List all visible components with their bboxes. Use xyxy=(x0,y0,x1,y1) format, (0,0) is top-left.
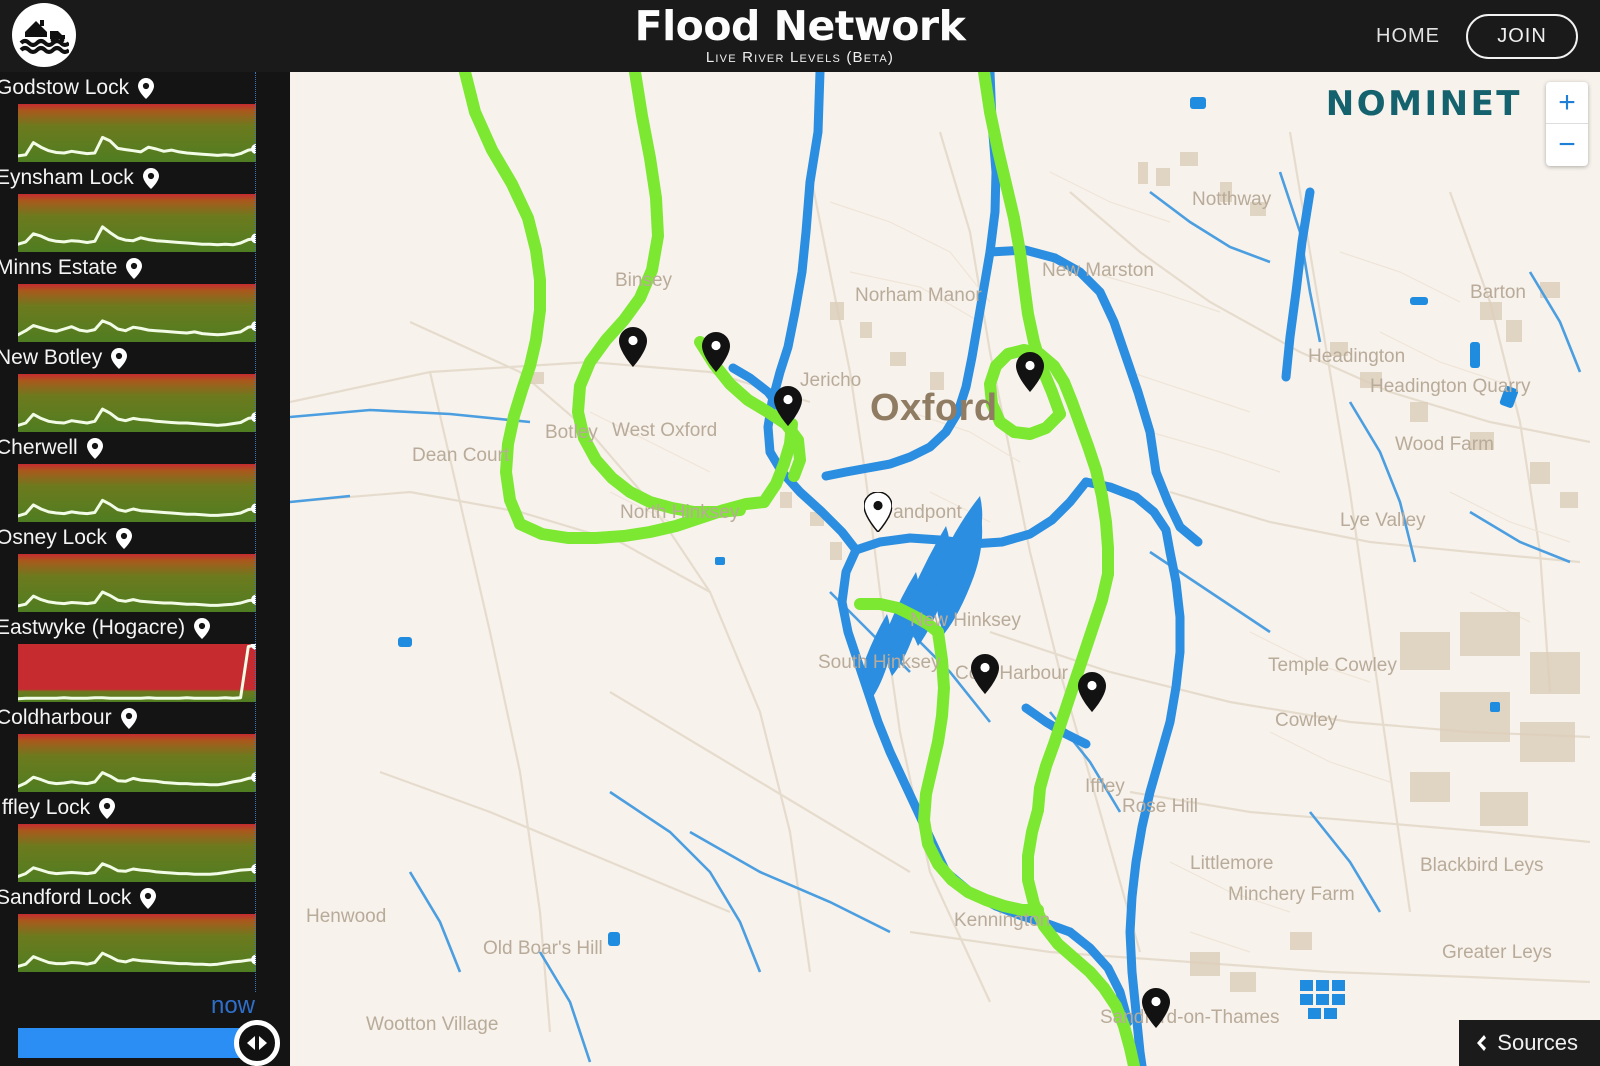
station-row[interactable]: Godstow Lock xyxy=(0,72,290,162)
now-label: now xyxy=(210,992,255,1019)
station-row[interactable]: Minns Estate xyxy=(0,252,290,342)
timeline-control[interactable]: now xyxy=(0,970,290,1066)
map-zoom-controls[interactable]: + − xyxy=(1546,82,1588,166)
station-row[interactable]: Eynsham Lock xyxy=(0,162,290,252)
map-pin-icon xyxy=(126,257,143,279)
map-pin-icon[interactable] xyxy=(120,707,137,729)
station-sparkline[interactable] xyxy=(18,824,256,882)
station-header[interactable]: Coldharbour xyxy=(0,702,290,734)
station-name: Cherwell xyxy=(0,436,78,459)
station-header[interactable]: Cherwell xyxy=(0,432,290,464)
map-pin-icon xyxy=(120,707,137,729)
time-slider-track[interactable] xyxy=(18,1028,256,1058)
station-sparkline[interactable] xyxy=(18,194,256,252)
map-pin-icon xyxy=(115,527,132,549)
chevron-left-icon xyxy=(1477,1035,1487,1051)
map-pin-icon[interactable] xyxy=(142,167,159,189)
station-row[interactable]: Sandford Lock xyxy=(0,882,290,972)
station-sparkline[interactable] xyxy=(18,734,256,792)
map-marker-icon[interactable] xyxy=(619,327,647,372)
zoom-out-button[interactable]: − xyxy=(1546,124,1588,166)
station-header[interactable]: Eynsham Lock xyxy=(0,162,290,194)
station-name: Sandford Lock xyxy=(0,886,132,909)
station-name: Coldharbour xyxy=(0,706,112,729)
station-header[interactable]: Godstow Lock xyxy=(0,72,290,104)
left-right-arrows-icon xyxy=(247,1036,267,1050)
station-sidebar[interactable]: Godstow Lock Eynsham Lock Minns Estate New … xyxy=(0,72,290,1066)
page-subtitle: Live River Levels (Beta) xyxy=(705,49,895,66)
nav-home-link[interactable]: HOME xyxy=(1376,25,1440,48)
station-list: Godstow Lock Eynsham Lock Minns Estate New … xyxy=(0,72,290,972)
station-header[interactable]: Osney Lock xyxy=(0,522,290,554)
station-name: Iffley Lock xyxy=(0,796,91,819)
header-nav: HOME JOIN xyxy=(1376,0,1578,72)
station-sparkline[interactable] xyxy=(18,374,256,432)
nominet-logo: NOMINET xyxy=(1325,84,1522,124)
station-name: Minns Estate xyxy=(0,256,118,279)
map-marker-icon[interactable] xyxy=(774,386,802,431)
station-header[interactable]: Sandford Lock xyxy=(0,882,290,914)
map-marker-icon[interactable] xyxy=(971,654,999,699)
station-sparkline[interactable] xyxy=(18,554,256,612)
station-sparkline[interactable] xyxy=(18,644,256,702)
page-title: Flood Network xyxy=(634,2,966,50)
map-pin-icon xyxy=(111,347,128,369)
map-pin-icon[interactable] xyxy=(140,887,157,909)
map-pin-icon xyxy=(138,77,155,99)
time-slider-handle[interactable] xyxy=(234,1020,280,1066)
station-name: Eynsham Lock xyxy=(0,166,134,189)
station-sparkline[interactable] xyxy=(18,284,256,342)
map-pin-icon xyxy=(140,887,157,909)
map-vector-layer xyxy=(290,72,1600,1066)
map-pin-icon xyxy=(86,437,103,459)
station-header[interactable]: Minns Estate xyxy=(0,252,290,284)
station-header[interactable]: Eastwyke (Hogacre) xyxy=(0,612,290,644)
map-marker-icon[interactable] xyxy=(1078,672,1106,717)
map-pin-icon[interactable] xyxy=(111,347,128,369)
map-pin-icon[interactable] xyxy=(138,77,155,99)
sources-button[interactable]: Sources xyxy=(1459,1020,1600,1066)
station-sparkline[interactable] xyxy=(18,914,256,972)
map-pin-icon[interactable] xyxy=(99,797,116,819)
map-pin-icon xyxy=(99,797,116,819)
station-header[interactable]: Iffley Lock xyxy=(0,792,290,824)
map-pin-icon[interactable] xyxy=(115,527,132,549)
map-marker-icon[interactable] xyxy=(1142,988,1170,1033)
station-name: Godstow Lock xyxy=(0,76,130,99)
station-row[interactable]: New Botley xyxy=(0,342,290,432)
map-pin-icon[interactable] xyxy=(194,617,211,639)
station-row[interactable]: Iffley Lock xyxy=(0,792,290,882)
title-block: Flood Network Live River Levels (Beta) xyxy=(0,0,1600,66)
station-row[interactable]: Coldharbour xyxy=(0,702,290,792)
map-marker-icon[interactable] xyxy=(863,491,893,537)
station-row[interactable]: Osney Lock xyxy=(0,522,290,612)
station-sparkline[interactable] xyxy=(18,464,256,522)
now-indicator-line xyxy=(255,72,256,992)
map-pin-icon[interactable] xyxy=(126,257,143,279)
map-canvas[interactable]: NOMINET + − Oxford Binsey Norham Manor New … xyxy=(290,72,1600,1066)
station-row[interactable]: Cherwell xyxy=(0,432,290,522)
map-pin-icon xyxy=(194,617,211,639)
station-name: Osney Lock xyxy=(0,526,107,549)
station-row[interactable]: Eastwyke (Hogacre) xyxy=(0,612,290,702)
station-name: New Botley xyxy=(0,346,103,369)
sources-label: Sources xyxy=(1497,1030,1578,1055)
map-marker-icon[interactable] xyxy=(1016,352,1044,397)
map-marker-icon[interactable] xyxy=(702,332,730,377)
flooded-house-icon[interactable] xyxy=(12,3,76,67)
map-pin-icon[interactable] xyxy=(86,437,103,459)
map-pin-icon xyxy=(142,167,159,189)
join-button[interactable]: JOIN xyxy=(1466,13,1578,59)
station-name: Eastwyke (Hogacre) xyxy=(0,616,186,639)
station-sparkline[interactable] xyxy=(18,104,256,162)
zoom-in-button[interactable]: + xyxy=(1546,82,1588,124)
station-header[interactable]: New Botley xyxy=(0,342,290,374)
app-header: Flood Network Live River Levels (Beta) H… xyxy=(0,0,1600,72)
